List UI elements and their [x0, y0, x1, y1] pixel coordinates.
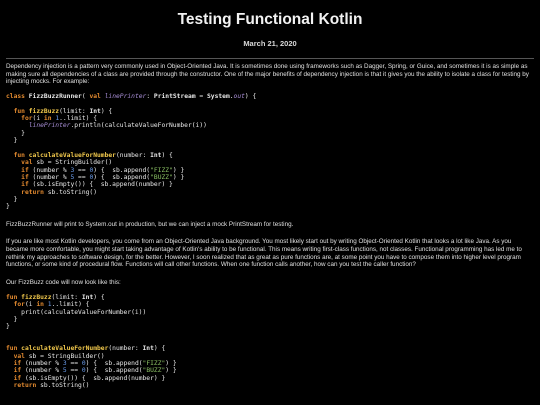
print-paragraph: FizzBuzzRunner will print to System.out … — [6, 220, 294, 228]
code-block-class: class FizzBuzzRunner( val linePrinter: P… — [6, 93, 257, 211]
post-date: March 21, 2020 — [243, 39, 297, 48]
intro-paragraph: Dependency injection is a pattern very c… — [6, 63, 529, 86]
page-title: Testing Functional Kotlin — [177, 11, 363, 28]
divider — [6, 58, 534, 59]
now-paragraph: Our FizzBuzz code will now look like thi… — [6, 279, 121, 287]
class-name: FizzBuzzRunner — [28, 93, 82, 101]
kotlin-paragraph: If you are like most Kotlin developers, … — [6, 238, 522, 269]
article: Testing Functional Kotlin March 21, 2020… — [0, 0, 540, 389]
code-block-fizzbuzz: fun fizzBuzz(limit: Int) { for(i in 1..l… — [6, 293, 177, 389]
